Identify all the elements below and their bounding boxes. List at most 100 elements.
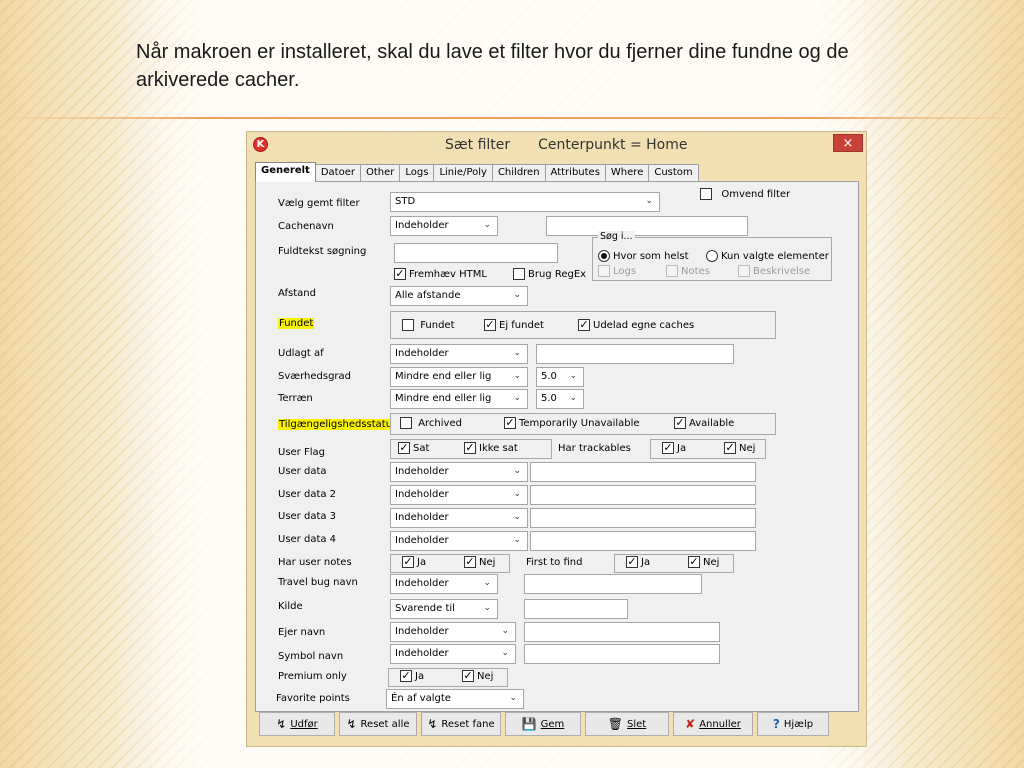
reset-all-button[interactable]: ↯ Reset alle — [339, 712, 417, 736]
fulltext-input[interactable] — [394, 243, 558, 263]
user-data4-input[interactable] — [530, 531, 756, 551]
tab-other[interactable]: Other — [359, 164, 401, 182]
tab-datoer[interactable]: Datoer — [314, 164, 361, 182]
checkbox-box: ✓ — [400, 669, 412, 682]
archived-label: Archived — [418, 417, 462, 429]
cachename-operator-select[interactable]: Indeholder ⌄ — [390, 216, 498, 236]
chevron-down-icon: ⌄ — [513, 466, 521, 476]
difficulty-operator-select[interactable]: Mindre end eller lig ⌄ — [390, 367, 528, 387]
source-operator-value: Svarende til — [395, 603, 455, 614]
title-bar[interactable]: K Sæt filter Centerpunkt = Home × — [247, 132, 866, 158]
owner-operator-value: Indeholder — [395, 626, 449, 637]
checkbox-box: ✓ — [394, 267, 406, 280]
tab-attributes[interactable]: Attributes — [544, 164, 606, 182]
cachename-input[interactable] — [546, 216, 748, 236]
trackables-no-checkbox[interactable]: ✓ Nej — [724, 442, 755, 454]
save-button-label: Gem — [540, 718, 565, 730]
chevron-down-icon: ⌄ — [513, 393, 521, 403]
tab-generelt[interactable]: Generelt — [255, 162, 316, 182]
chevron-down-icon: ⌄ — [483, 578, 491, 588]
help-button[interactable]: ? Hjælp — [757, 712, 829, 736]
source-input[interactable] — [524, 599, 628, 619]
owner-input[interactable] — [524, 622, 720, 642]
chevron-down-icon: ⌄ — [483, 603, 491, 613]
exclude-own-checkbox[interactable]: ✓ Udelad egne caches — [578, 319, 694, 331]
terrain-operator-select[interactable]: Mindre end eller lig ⌄ — [390, 389, 528, 409]
placed-by-operator-select[interactable]: Indeholder ⌄ — [390, 344, 528, 364]
user-data-input[interactable] — [530, 462, 756, 482]
trackables-label: Har trackables — [558, 443, 631, 454]
available-checkbox[interactable]: ✓ Available — [674, 417, 734, 429]
difficulty-value-select[interactable]: 5.0 ⌄ — [536, 367, 584, 387]
invert-filter-checkbox[interactable]: Omvend filter — [700, 188, 790, 200]
anywhere-radio[interactable]: Hvor som helst — [598, 250, 689, 262]
placed-by-input[interactable] — [536, 344, 734, 364]
checkbox-box — [700, 188, 712, 200]
chevron-down-icon: ⌄ — [513, 371, 521, 381]
source-operator-select[interactable]: Svarende til ⌄ — [390, 599, 498, 619]
highlight-html-checkbox[interactable]: ✓ Fremhæv HTML — [394, 268, 487, 280]
symbol-operator-select[interactable]: Indeholder ⌄ — [390, 644, 516, 664]
checkbox-box — [666, 265, 678, 277]
archived-checkbox[interactable]: Archived — [400, 417, 462, 429]
premium-no-label: Nej — [477, 670, 494, 682]
execute-button[interactable]: ↯ Udfør — [259, 712, 335, 736]
terrain-value-select[interactable]: 5.0 ⌄ — [536, 389, 584, 409]
symbol-input[interactable] — [524, 644, 720, 664]
terrain-label: Terræn — [278, 393, 313, 404]
search-logs-checkbox[interactable]: Logs — [598, 265, 636, 277]
saved-filter-label: Vælg gemt filter — [278, 198, 360, 209]
travel-bug-input[interactable] — [524, 574, 702, 594]
user-data3-input[interactable] — [530, 508, 756, 528]
search-description-checkbox[interactable]: Beskrivelse — [738, 265, 810, 277]
close-button[interactable]: × — [833, 134, 863, 152]
saved-filter-select[interactable]: STD ⌄ — [390, 192, 660, 212]
user-notes-no-checkbox[interactable]: ✓ Nej — [464, 556, 495, 568]
user-data3-label: User data 3 — [278, 511, 337, 522]
user-data2-input[interactable] — [530, 485, 756, 505]
not-found-checkbox[interactable]: ✓ Ej fundet — [484, 319, 544, 331]
premium-no-checkbox[interactable]: ✓ Nej — [462, 670, 493, 682]
available-label: Available — [689, 417, 735, 429]
chevron-down-icon: ⌄ — [513, 348, 521, 358]
temp-unavailable-checkbox[interactable]: ✓ Temporarily Unavailable — [504, 417, 640, 429]
first-to-find-no-checkbox[interactable]: ✓ Nej — [688, 556, 719, 568]
tab-logs[interactable]: Logs — [399, 164, 435, 182]
found-checkbox[interactable]: Fundet — [402, 319, 455, 331]
distance-select[interactable]: Alle afstande ⌄ — [390, 286, 528, 306]
anywhere-label: Hvor som helst — [613, 250, 689, 262]
selected-only-radio[interactable]: Kun valgte elementer — [706, 250, 829, 262]
difficulty-value: 5.0 — [541, 371, 557, 382]
first-to-find-label: First to find — [526, 557, 583, 568]
checkbox-box — [598, 265, 610, 277]
reset-tab-button[interactable]: ↯ Reset fane — [421, 712, 501, 736]
user-data2-operator-select[interactable]: Indeholder ⌄ — [390, 485, 528, 505]
tab-where[interactable]: Where — [604, 164, 650, 182]
search-in-label: Søg i... — [598, 231, 635, 242]
regex-checkbox[interactable]: Brug RegEx — [513, 268, 586, 280]
checkbox-box: ✓ — [724, 441, 736, 454]
checkbox-box: ✓ — [626, 555, 638, 568]
premium-yes-checkbox[interactable]: ✓ Ja — [400, 670, 424, 682]
delete-button-label: Slet — [627, 718, 647, 730]
tab-linie-poly[interactable]: Linie/Poly — [433, 164, 493, 182]
favorites-operator-select[interactable]: Én af valgte ⌄ — [386, 689, 524, 709]
tab-children[interactable]: Children — [491, 164, 546, 182]
search-notes-checkbox[interactable]: Notes — [666, 265, 710, 277]
tab-custom[interactable]: Custom — [648, 164, 699, 182]
user-data4-operator-select[interactable]: Indeholder ⌄ — [390, 531, 528, 551]
user-flag-set-checkbox[interactable]: ✓ Sat — [398, 442, 429, 454]
chevron-down-icon: ⌄ — [501, 626, 509, 636]
user-data-operator-select[interactable]: Indeholder ⌄ — [390, 462, 528, 482]
owner-operator-select[interactable]: Indeholder ⌄ — [390, 622, 516, 642]
user-data3-operator-select[interactable]: Indeholder ⌄ — [390, 508, 528, 528]
first-to-find-yes-checkbox[interactable]: ✓ Ja — [626, 556, 650, 568]
cancel-button[interactable]: ✘ Annuller — [673, 712, 753, 736]
trackables-yes-checkbox[interactable]: ✓ Ja — [662, 442, 686, 454]
user-flag-not-set-checkbox[interactable]: ✓ Ikke sat — [464, 442, 518, 454]
checkbox-box: ✓ — [464, 441, 476, 454]
save-button[interactable]: 💾 Gem — [505, 712, 581, 736]
delete-button[interactable]: 🗑 Slet — [585, 712, 669, 736]
user-notes-yes-checkbox[interactable]: ✓ Ja — [402, 556, 426, 568]
travel-bug-operator-select[interactable]: Indeholder ⌄ — [390, 574, 498, 594]
